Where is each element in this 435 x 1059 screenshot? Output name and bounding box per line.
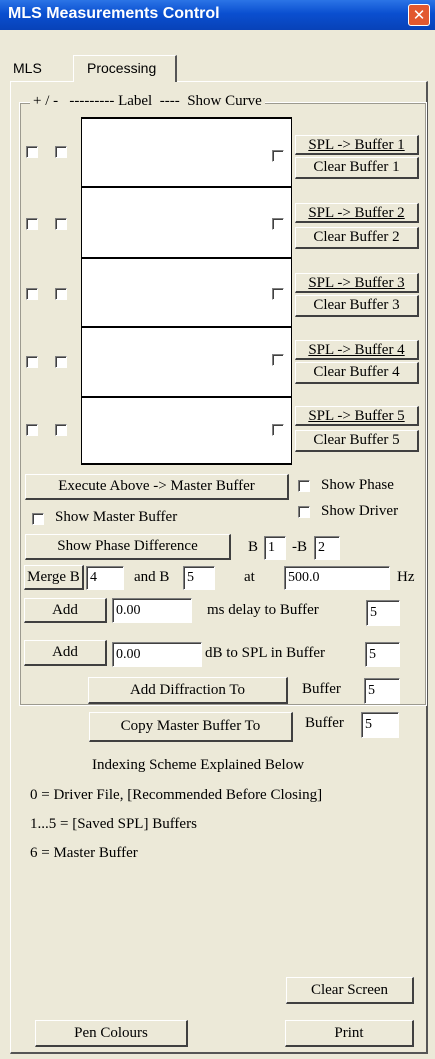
plus-minus-checkbox-1a[interactable] (26, 146, 38, 158)
buffer-label-3[interactable] (81, 259, 292, 328)
spl-to-buffer-5-button[interactable]: SPL -> Buffer 5 (295, 406, 419, 426)
plus-minus-checkbox-1b[interactable] (55, 146, 67, 158)
merge-hz-label: Hz (397, 569, 415, 585)
plus-minus-checkbox-3a[interactable] (26, 288, 38, 300)
clear-buffer-2-button[interactable]: Clear Buffer 2 (295, 227, 419, 249)
spl-to-buffer-4-button[interactable]: SPL -> Buffer 4 (295, 340, 419, 360)
show-phase-difference-button[interactable]: Show Phase Difference (25, 534, 231, 560)
indexing-line-1-5: 1...5 = [Saved SPL] Buffers (30, 816, 197, 832)
spl-to-buffer-2-button[interactable]: SPL -> Buffer 2 (295, 203, 419, 223)
phase-minus-b-label: -B (292, 539, 307, 555)
delay-buffer-field[interactable]: 5 (366, 600, 400, 626)
tab-processing[interactable]: Processing (73, 55, 177, 82)
show-curve-checkbox-3[interactable] (272, 288, 284, 300)
delay-to-buffer-label: ms delay to Buffer (207, 602, 319, 618)
show-driver-checkbox[interactable] (298, 506, 310, 518)
plus-minus-checkbox-4a[interactable] (26, 356, 38, 368)
db-value-field[interactable]: 0.00 (112, 642, 202, 667)
buffer-label-1[interactable] (81, 117, 292, 188)
show-curve-checkbox-2[interactable] (272, 218, 284, 230)
spl-to-buffer-3-button[interactable]: SPL -> Buffer 3 (295, 273, 419, 293)
group-legend: + / - --------- Label ---- Show Curve (30, 93, 265, 110)
close-icon[interactable]: ✕ (408, 4, 430, 26)
show-curve-checkbox-5[interactable] (272, 424, 284, 436)
indexing-line-6: 6 = Master Buffer (30, 845, 138, 861)
show-phase-label: Show Phase (321, 477, 394, 493)
db-buffer-field[interactable]: 5 (365, 642, 400, 667)
buffer-label-2[interactable] (81, 188, 292, 259)
clear-screen-button[interactable]: Clear Screen (286, 977, 414, 1004)
clear-buffer-1-button[interactable]: Clear Buffer 1 (295, 157, 419, 179)
add-delay-button[interactable]: Add (24, 598, 107, 623)
merge-b2-field[interactable]: 5 (183, 566, 215, 590)
plus-minus-checkbox-2b[interactable] (55, 218, 67, 230)
indexing-line-0: 0 = Driver File, [Recommended Before Clo… (30, 787, 323, 803)
show-master-buffer-label: Show Master Buffer (55, 509, 178, 525)
window-title: MLS Measurements Control (8, 5, 220, 22)
print-button[interactable]: Print (285, 1020, 414, 1047)
plus-minus-checkbox-3b[interactable] (55, 288, 67, 300)
clear-buffer-3-button[interactable]: Clear Buffer 3 (295, 295, 419, 317)
diffraction-buffer-field[interactable]: 5 (364, 678, 400, 704)
plus-minus-checkbox-5a[interactable] (26, 424, 38, 436)
pen-colours-button[interactable]: Pen Colours (35, 1020, 188, 1047)
plus-minus-checkbox-5b[interactable] (55, 424, 67, 436)
diffraction-buffer-label: Buffer (302, 681, 341, 697)
show-curve-checkbox-1[interactable] (272, 150, 284, 162)
merge-and-b-label: and B (134, 569, 170, 585)
merge-at-label: at (244, 569, 255, 585)
delay-ms-field[interactable]: 0.00 (112, 598, 192, 623)
merge-b-button[interactable]: Merge B (24, 565, 84, 590)
spl-to-buffer-1-button[interactable]: SPL -> Buffer 1 (295, 135, 419, 155)
buffer-label-4[interactable] (81, 328, 292, 398)
phase-b-field[interactable]: 1 (264, 536, 286, 560)
buffer-label-5[interactable] (81, 398, 292, 465)
tab-mls[interactable]: MLS (13, 56, 73, 81)
phase-b-label: B (248, 539, 259, 555)
plus-minus-checkbox-4b[interactable] (55, 356, 67, 368)
show-driver-label: Show Driver (321, 503, 399, 519)
copy-master-buffer-button[interactable]: Copy Master Buffer To (89, 712, 293, 742)
merge-frequency-field[interactable]: 500.0 (284, 566, 390, 590)
phase-minus-b-field[interactable]: 2 (314, 536, 340, 560)
copy-buffer-field[interactable]: 5 (361, 712, 399, 738)
add-diffraction-button[interactable]: Add Diffraction To (88, 677, 288, 704)
merge-b1-field[interactable]: 4 (86, 566, 124, 590)
execute-to-master-button[interactable]: Execute Above -> Master Buffer (25, 474, 289, 500)
copy-buffer-label: Buffer (305, 715, 344, 731)
clear-buffer-4-button[interactable]: Clear Buffer 4 (295, 362, 419, 384)
show-curve-checkbox-4[interactable] (272, 354, 284, 366)
clear-buffer-5-button[interactable]: Clear Buffer 5 (295, 430, 419, 452)
add-db-button[interactable]: Add (24, 640, 107, 666)
show-master-buffer-checkbox[interactable] (32, 513, 44, 525)
plus-minus-checkbox-2a[interactable] (26, 218, 38, 230)
db-to-spl-label: dB to SPL in Buffer (205, 645, 326, 661)
indexing-title: Indexing Scheme Explained Below (92, 757, 305, 773)
show-phase-checkbox[interactable] (298, 480, 310, 492)
